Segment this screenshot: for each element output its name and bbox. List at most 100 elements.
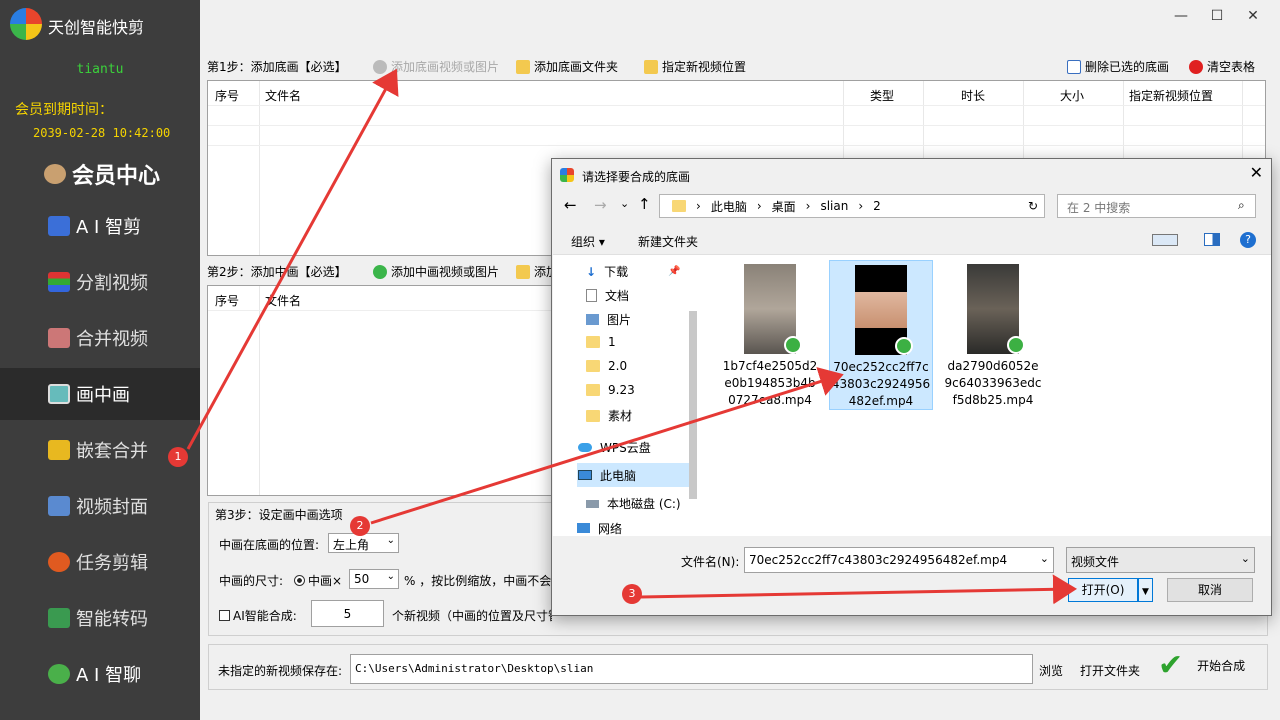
checkbox-icon bbox=[219, 610, 230, 621]
nav-wps-cloud[interactable]: WPS云盘 bbox=[578, 439, 651, 456]
back-arrow-icon[interactable]: ← bbox=[564, 196, 577, 214]
sidebar-item-label: 画中画 bbox=[76, 385, 130, 406]
search-input[interactable]: 在 2 中搜索 bbox=[1057, 194, 1256, 218]
col-index: 序号 bbox=[215, 89, 240, 103]
sidebar: 天创智能快剪 tiantu 会员到期时间： 2039-02-28 10:42:0… bbox=[0, 0, 200, 720]
view-options-icon[interactable] bbox=[1152, 234, 1178, 246]
col-size: 大小 bbox=[1060, 89, 1085, 103]
transcode-icon bbox=[48, 608, 70, 628]
step1-label: 第1步：添加底画【必选】 bbox=[207, 60, 347, 74]
ai-compose-checkbox[interactable]: AI智能合成: bbox=[219, 607, 297, 624]
video-thumbnail bbox=[855, 265, 913, 355]
nav-folder-9-23[interactable]: 9.23 bbox=[586, 383, 635, 397]
filetype-select[interactable]: 视频文件 ⌄ bbox=[1066, 547, 1255, 573]
refresh-icon[interactable]: ↻ bbox=[1028, 199, 1038, 213]
browse-button[interactable]: 浏览 bbox=[1039, 662, 1063, 679]
sidebar-item-task-edit[interactable]: 任务剪辑 bbox=[0, 536, 200, 588]
folder-add-icon bbox=[516, 59, 530, 74]
nav-pictures[interactable]: 图片 bbox=[586, 311, 631, 328]
nav-downloads[interactable]: ↓ 下载 📌 bbox=[586, 263, 681, 280]
folder-add-icon bbox=[516, 264, 530, 279]
breadcrumb-this-pc[interactable]: 此电脑 bbox=[711, 198, 747, 215]
open-folder-button[interactable]: 打开文件夹 bbox=[1080, 662, 1140, 679]
delete-icon bbox=[1067, 59, 1081, 74]
member-expire-date: 2039-02-28 10:42:00 bbox=[33, 126, 171, 140]
help-icon[interactable]: ? bbox=[1240, 232, 1256, 248]
dialog-close-button[interactable]: ✕ bbox=[1250, 163, 1263, 182]
add-overlay-media-button[interactable]: 添加中画视频或图片 bbox=[373, 263, 499, 280]
caret-down-icon: ▼ bbox=[1142, 587, 1149, 597]
sidebar-item-merge-video[interactable]: 合并视频 bbox=[0, 312, 200, 364]
ai-count-stepper[interactable]: 5 bbox=[311, 600, 384, 627]
open-button[interactable]: 打开(O) bbox=[1068, 578, 1138, 602]
preview-pane-icon[interactable] bbox=[1204, 233, 1220, 246]
sidebar-item-ai-edit[interactable]: A I 智剪 bbox=[0, 200, 200, 252]
col-filename: 文件名 bbox=[265, 294, 302, 308]
file-item[interactable]: 1b7cf4e2505d2 e0b194853b4b 0727ea8.mp4 bbox=[718, 260, 822, 410]
nav-documents[interactable]: 文档 bbox=[586, 287, 629, 304]
address-bar[interactable]: › 此电脑 › 桌面 › slian › 2 ↻ bbox=[659, 194, 1045, 218]
member-center-button[interactable]: 会员中心 bbox=[44, 158, 160, 190]
search-icon: ⌕ bbox=[1238, 198, 1245, 212]
new-folder-button[interactable]: 新建文件夹 bbox=[638, 233, 698, 250]
up-arrow-icon[interactable]: ↑ bbox=[638, 195, 651, 213]
sidebar-item-transcode[interactable]: 智能转码 bbox=[0, 592, 200, 644]
plus-icon bbox=[373, 264, 387, 279]
nav-this-pc[interactable]: 此电脑 bbox=[577, 463, 697, 487]
video-thumbnail bbox=[967, 264, 1025, 354]
app-logo-icon bbox=[10, 8, 42, 40]
sidebar-item-split-video[interactable]: 分割视频 bbox=[0, 256, 200, 308]
start-compose-button[interactable]: ✔ 开始合成 bbox=[1158, 648, 1245, 683]
save-path-input[interactable]: C:\Users\Administrator\Desktop\slian bbox=[350, 654, 1033, 684]
breadcrumb-slian[interactable]: slian bbox=[820, 199, 848, 213]
size-select[interactable]: 50 ⌄ bbox=[349, 569, 399, 589]
delete-selected-button[interactable]: 删除已选的底画 bbox=[1067, 58, 1169, 75]
maximize-button[interactable]: ☐ bbox=[1202, 4, 1232, 28]
add-base-media-button[interactable]: 添加底画视频或图片 bbox=[373, 58, 499, 75]
sidebar-item-ai-chat[interactable]: A I 智聊 bbox=[0, 648, 200, 700]
close-button[interactable]: ✕ bbox=[1238, 4, 1268, 28]
set-location-button[interactable]: 指定新视频位置 bbox=[644, 58, 746, 75]
scroll-thumb[interactable] bbox=[689, 311, 697, 499]
sidebar-item-label: 智能转码 bbox=[76, 609, 148, 630]
file-item[interactable]: da2790d6052e 9c64033963edc f5d8b25.mp4 bbox=[941, 260, 1045, 410]
nav-folder-1[interactable]: 1 bbox=[586, 335, 616, 349]
col-filename: 文件名 bbox=[265, 89, 302, 103]
sync-status-icon bbox=[784, 336, 802, 354]
network-icon bbox=[577, 523, 590, 533]
sidebar-item-picture-in-picture[interactable]: 画中画 bbox=[0, 368, 200, 420]
filename-input[interactable]: 70ec252cc2ff7c43803c2924956482ef.mp4 ⌄ bbox=[744, 547, 1054, 573]
sidebar-item-label: A I 智剪 bbox=[76, 217, 142, 238]
step3-label: 第3步：设定画中画选项 bbox=[215, 508, 343, 522]
save-path-label: 未指定的新视频保存在: bbox=[218, 664, 343, 678]
split-icon bbox=[48, 272, 70, 292]
open-dropdown-button[interactable]: ▼ bbox=[1138, 578, 1153, 602]
position-label: 中画在底画的位置: bbox=[219, 538, 320, 552]
file-item-selected[interactable]: 70ec252cc2ff7c 43803c2924956 482ef.mp4 bbox=[829, 260, 933, 410]
position-select[interactable]: 左上角 ⌄ bbox=[328, 533, 399, 553]
nav-folder-material[interactable]: 素材 bbox=[586, 407, 632, 424]
task-icon bbox=[48, 552, 70, 572]
minimize-button[interactable]: — bbox=[1166, 4, 1196, 28]
nav-network[interactable]: 网络 bbox=[577, 521, 622, 535]
sidebar-item-video-cover[interactable]: 视频封面 bbox=[0, 480, 200, 532]
breadcrumb-desktop[interactable]: 桌面 bbox=[772, 198, 796, 215]
open-file-dialog: 请选择要合成的底画 ✕ ← → ⌄ ↑ › 此电脑 › 桌面 › slian ›… bbox=[551, 158, 1272, 616]
nav-folder-2-0[interactable]: 2.0 bbox=[586, 359, 627, 373]
forward-arrow-icon[interactable]: → bbox=[594, 196, 607, 214]
nav-local-disk[interactable]: 本地磁盘 (C:) bbox=[586, 495, 681, 512]
document-icon bbox=[586, 289, 597, 302]
download-icon: ↓ bbox=[586, 264, 597, 279]
breadcrumb-2[interactable]: 2 bbox=[873, 199, 881, 213]
clear-table-button[interactable]: 清空表格 bbox=[1189, 58, 1255, 75]
nav-scrollbar[interactable] bbox=[689, 259, 697, 531]
size-mode-radio[interactable]: 中画× bbox=[294, 572, 342, 589]
video-thumbnail bbox=[744, 264, 802, 354]
overlay-media-table[interactable]: 序号 文件名 bbox=[207, 285, 555, 496]
cancel-button[interactable]: 取消 bbox=[1167, 578, 1253, 602]
organize-menu[interactable]: 组织 ▾ bbox=[571, 233, 605, 250]
add-base-folder-button[interactable]: 添加底画文件夹 bbox=[516, 58, 618, 75]
dialog-body: ↓ 下载 📌 文档 图片 1 2.0 9.23 素材 WPS云盘 此电脑 本地磁… bbox=[553, 254, 1271, 536]
filetype-value: 视频文件 bbox=[1071, 555, 1120, 569]
recent-dropdown-icon[interactable]: ⌄ bbox=[620, 197, 629, 210]
